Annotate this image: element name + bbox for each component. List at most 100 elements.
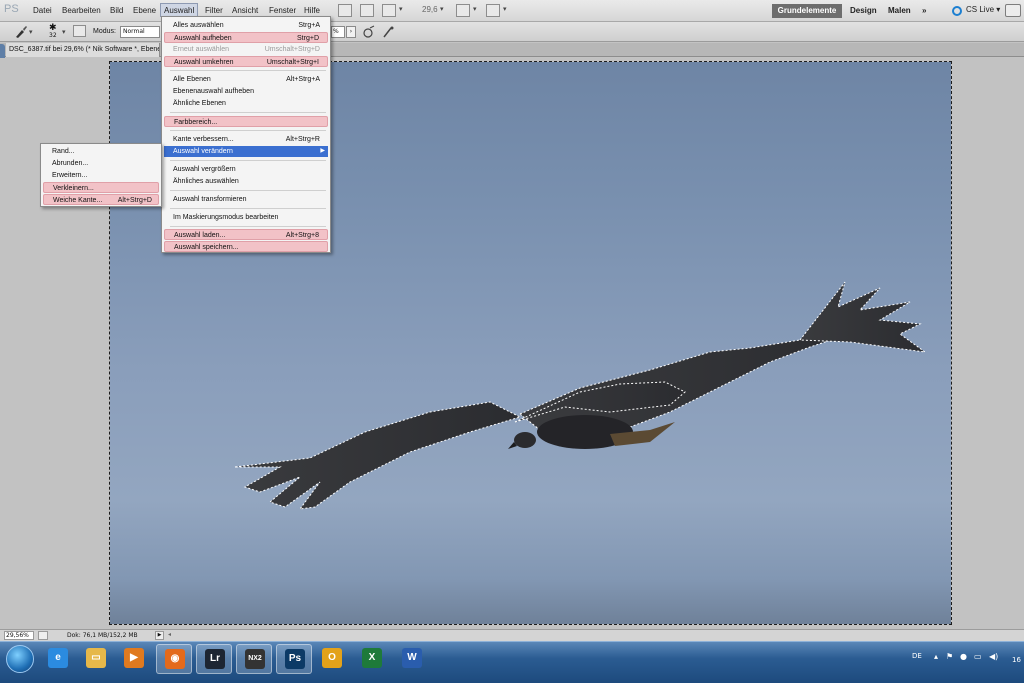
document-tab[interactable]: DSC_6387.tif bei 29,6% (* Nik Software *…: [6, 43, 160, 57]
taskbar-internet-explorer[interactable]: e: [40, 644, 76, 674]
menu-item-auswahl-transformieren[interactable]: Auswahl transformieren: [164, 194, 328, 205]
menu-item-auswahl-laden[interactable]: Auswahl laden... Alt+Strg+8: [164, 229, 328, 240]
chevron-down-icon[interactable]: ▾: [503, 5, 507, 13]
network-icon[interactable]: ▭: [974, 652, 982, 661]
menu-separator: [170, 130, 326, 131]
status-menu-arrow-icon[interactable]: ▶: [155, 631, 164, 640]
taskbar-explorer[interactable]: ▭: [78, 644, 114, 674]
menu-item-maskierungsmodus[interactable]: Im Maskierungsmodus bearbeiten: [164, 212, 328, 223]
brush-tool-icon[interactable]: [14, 25, 28, 39]
photoshop-icon: Ps: [285, 649, 305, 669]
workspace-grundelemente[interactable]: Grundelemente: [772, 4, 842, 18]
minibridge-icon[interactable]: [360, 4, 374, 17]
outlook-icon: O: [322, 648, 342, 668]
zoom-level[interactable]: 29,6: [422, 5, 438, 14]
submenu-item-erweitern[interactable]: Erweitern...: [43, 170, 159, 181]
auswahl-dropdown-menu: Alles auswählen Strg+A Auswahl aufheben St…: [161, 16, 331, 253]
submenu-item-abrunden[interactable]: Abrunden...: [43, 158, 159, 169]
lightroom-icon: Lr: [205, 649, 225, 669]
taskbar-lightroom[interactable]: Lr: [196, 644, 232, 674]
workspace-design[interactable]: Design: [850, 4, 877, 18]
workspace-more-button[interactable]: »: [922, 4, 926, 18]
submenu-arrow-icon: ▶: [320, 148, 325, 154]
status-bar: 29,56% Dok: 76,1 MB/152,2 MB ▶ ◂: [0, 629, 1024, 641]
taskbar-word[interactable]: W: [394, 644, 430, 674]
menu-separator: [170, 160, 326, 161]
volume-icon[interactable]: ◀): [989, 652, 998, 661]
menu-item-auswahl-veraendern[interactable]: Auswahl verändern ▶: [164, 146, 328, 157]
menu-separator: [170, 208, 326, 209]
menu-item-aehnliche-ebenen[interactable]: Ähnliche Ebenen: [164, 98, 328, 109]
cs-live-button[interactable]: CS Live ▾: [966, 5, 1000, 14]
window-icon[interactable]: [1005, 4, 1021, 17]
folder-icon: ▭: [86, 648, 106, 668]
photoshop-logo: PS: [4, 3, 19, 15]
menu-item-auswahl-umkehren[interactable]: Auswahl umkehren Umschalt+Strg+I: [164, 56, 328, 67]
menu-bild[interactable]: Bild: [107, 4, 126, 18]
menu-bearbeiten[interactable]: Bearbeiten: [59, 4, 104, 18]
status-doc-info: Dok: 76,1 MB/152,2 MB: [67, 632, 138, 639]
opacity-input[interactable]: %: [331, 26, 345, 38]
tray-language[interactable]: DE: [912, 652, 922, 660]
chevron-down-icon[interactable]: ▾: [399, 5, 403, 13]
pressure-opacity-icon[interactable]: [361, 25, 375, 39]
bridge-icon[interactable]: [338, 4, 352, 17]
menu-ebene[interactable]: Ebene: [130, 4, 159, 18]
submenu-item-rand[interactable]: Rand...: [43, 146, 159, 157]
windows-taskbar: e ▭ ▶ ◉ Lr NX2 Ps O X W DE ▴ ⚑ ● ▭ ◀) 16: [0, 641, 1024, 683]
menu-item-ebenenauswahl-aufheben[interactable]: Ebenenauswahl aufheben: [164, 86, 328, 97]
scroll-left-icon[interactable]: ◂: [168, 631, 171, 638]
submenu-item-weiche-kante[interactable]: Weiche Kante... Alt+Strg+D: [43, 194, 159, 205]
chevron-down-icon[interactable]: ▾: [62, 28, 66, 36]
excel-icon: X: [362, 648, 382, 668]
start-button[interactable]: [6, 645, 34, 673]
menu-auswahl[interactable]: Auswahl: [160, 3, 199, 17]
menu-item-farbbereich[interactable]: Farbbereich...: [164, 116, 328, 127]
arrange-documents-icon[interactable]: [456, 4, 470, 17]
brush-size-value[interactable]: 32: [49, 32, 57, 39]
brush-panel-icon[interactable]: [73, 25, 86, 37]
taskbar-photoshop[interactable]: Ps: [276, 644, 312, 674]
menu-item-alle-ebenen[interactable]: Alle Ebenen Alt+Strg+A: [164, 74, 328, 85]
taskbar-capture-nx2[interactable]: NX2: [236, 644, 272, 674]
flag-icon[interactable]: ⚑: [946, 652, 953, 661]
options-bar: ▾ ✱ 32 ▾ Modus: Normal % ›: [0, 22, 1024, 42]
taskbar-excel[interactable]: X: [354, 644, 390, 674]
taskbar-media-player[interactable]: ▶: [116, 644, 152, 674]
tray-clock[interactable]: 16: [1012, 656, 1021, 664]
zoom-dropdown-icon[interactable]: ▾: [440, 5, 444, 13]
taskbar-outlook[interactable]: O: [314, 644, 350, 674]
opacity-dropdown[interactable]: ›: [346, 26, 356, 38]
submenu-item-verkleinern[interactable]: Verkleinern...: [43, 182, 159, 193]
internet-explorer-icon: e: [48, 648, 68, 668]
tray-expand-icon[interactable]: ▴: [934, 652, 938, 661]
menu-separator: [170, 70, 326, 71]
status-info-icon[interactable]: [38, 631, 48, 640]
cs-live-icon[interactable]: [952, 6, 962, 16]
firefox-icon: ◉: [165, 649, 185, 669]
menu-separator: [170, 112, 326, 113]
menu-bar: PS Datei Bearbeiten Bild Ebene Auswahl F…: [0, 0, 1024, 22]
chevron-down-icon[interactable]: ▾: [473, 5, 477, 13]
document-tab-bar: DSC_6387.tif bei 29,6% (* Nik Software *…: [0, 43, 1024, 57]
menu-item-auswahl-aufheben[interactable]: Auswahl aufheben Strg+D: [164, 32, 328, 43]
extras-icon[interactable]: [382, 4, 396, 17]
menu-item-alles-auswaehlen[interactable]: Alles auswählen Strg+A: [164, 20, 328, 31]
menu-datei[interactable]: Datei: [30, 4, 55, 18]
chevron-down-icon[interactable]: ▾: [29, 28, 33, 36]
tray-app-icon[interactable]: ●: [960, 652, 967, 661]
menu-separator: [170, 190, 326, 191]
menu-item-auswahl-vergroessern[interactable]: Auswahl vergrößern: [164, 164, 328, 175]
airbrush-icon[interactable]: [381, 25, 395, 39]
capture-nx2-icon: NX2: [245, 649, 265, 669]
menu-item-auswahl-speichern[interactable]: Auswahl speichern...: [164, 241, 328, 252]
taskbar-firefox[interactable]: ◉: [156, 644, 192, 674]
menu-item-aehnliches-auswaehlen[interactable]: Ähnliches auswählen: [164, 176, 328, 187]
screen-mode-icon[interactable]: [486, 4, 500, 17]
menu-item-kante-verbessern[interactable]: Kante verbessern... Alt+Strg+R: [164, 134, 328, 145]
modus-select[interactable]: Normal: [120, 26, 160, 38]
auswahl-veraendern-submenu: Rand... Abrunden... Erweitern... Verklei…: [40, 143, 162, 207]
workspace-malen[interactable]: Malen: [888, 4, 911, 18]
media-player-icon: ▶: [124, 648, 144, 668]
status-zoom-field[interactable]: 29,56%: [4, 631, 34, 640]
